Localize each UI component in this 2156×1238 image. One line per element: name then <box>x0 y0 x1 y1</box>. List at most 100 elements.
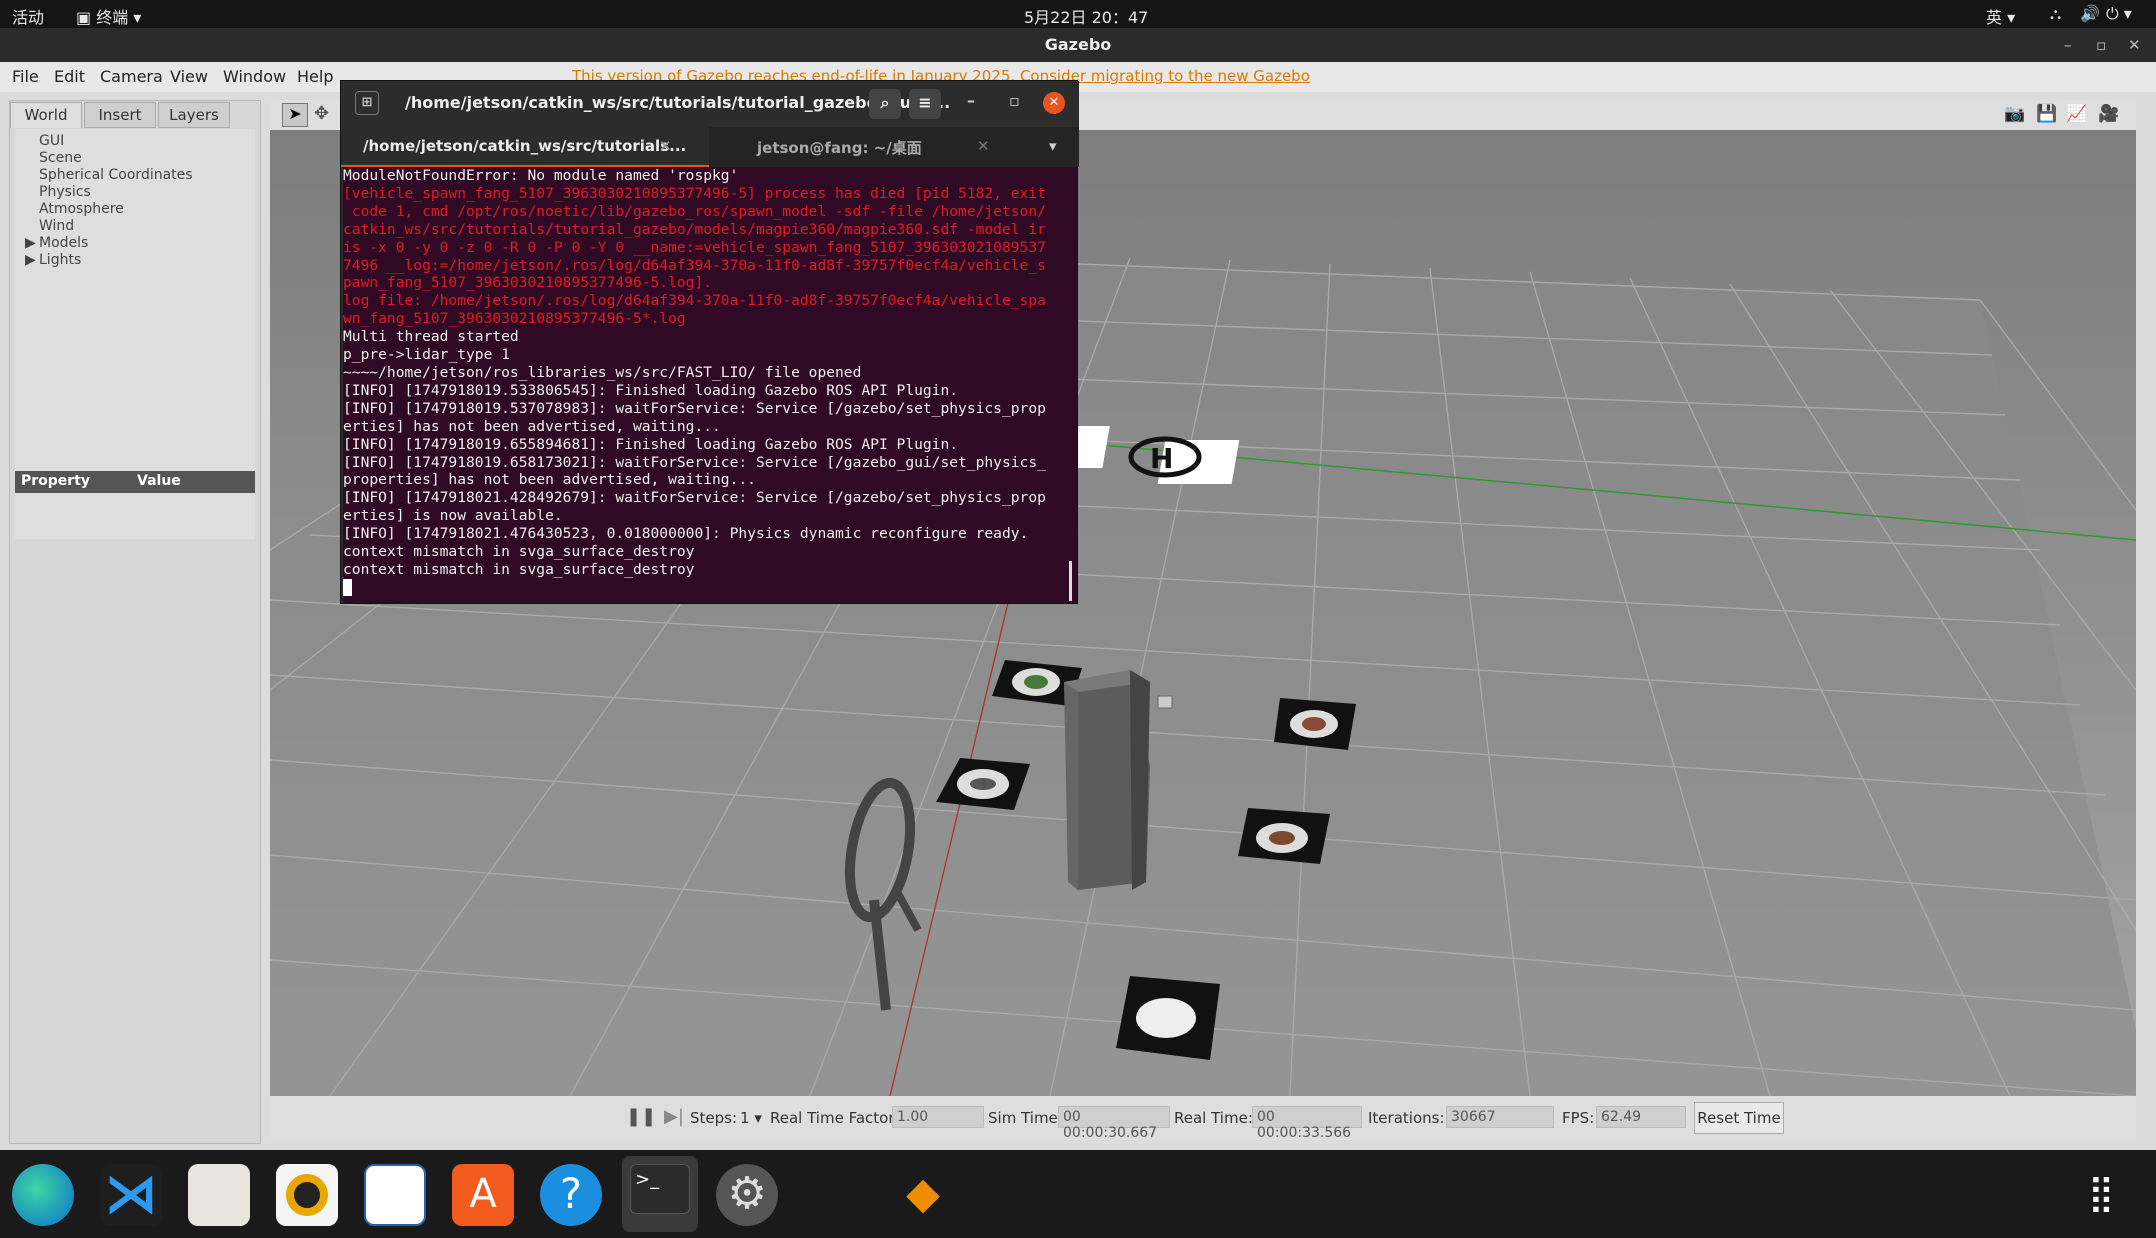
terminal-small-icon: ▣ <box>76 8 97 27</box>
writer-icon[interactable] <box>364 1164 426 1226</box>
tree-expand-models-icon[interactable]: ▶ <box>25 235 36 251</box>
gazebo-title-bar: Gazebo – ▫ ✕ <box>0 28 2156 62</box>
menu-window[interactable]: Window <box>223 67 286 86</box>
terminal-line: ModuleNotFoundError: No module named 'ro… <box>343 167 739 184</box>
volume-icon[interactable]: 🔊 <box>2080 4 2100 23</box>
terminal-line: erties] has not been advertised, waiting… <box>343 417 721 435</box>
menu-camera[interactable]: Camera <box>100 67 163 86</box>
terminal-line: context mismatch in svga_surface_destroy <box>343 543 695 561</box>
tab-insert[interactable]: Insert <box>84 102 156 128</box>
select-mode-icon[interactable]: ➤ <box>282 103 308 127</box>
vscode-icon[interactable]: ⋊ <box>100 1164 162 1226</box>
step-icon[interactable]: ▶| <box>664 1106 684 1127</box>
menu-edit[interactable]: Edit <box>54 67 85 86</box>
pause-icon[interactable]: ❚❚ <box>626 1106 656 1127</box>
left-panel: World Insert Layers GUI Scene Spherical … <box>9 100 261 1144</box>
terminal-dock-slot[interactable]: >_ <box>622 1156 698 1232</box>
terminal-header: ⊞ /home/jetson/catkin_ws/src/tutorials/t… <box>341 81 1079 127</box>
terminal-minimize-button[interactable]: – <box>967 91 975 110</box>
menu-view[interactable]: View <box>170 67 208 86</box>
close-button[interactable]: ✕ <box>2128 28 2141 62</box>
tree-item-atmosphere[interactable]: Atmosphere <box>39 201 124 217</box>
sim-time-label: Sim Time: <box>988 1109 1063 1127</box>
terminal-line: is -x 0 -y 0 -z 0 -R 0 -P 0 -Y 0 __name:… <box>343 238 1046 256</box>
terminal-tab-2[interactable]: jetson@fang: ~/桌面 ✕ <box>711 127 1017 167</box>
plot-icon[interactable]: 📈 <box>2066 104 2087 124</box>
terminal-line: pawn_fang_5107_3963030210895377496-5.log… <box>343 274 713 292</box>
edge-icon[interactable] <box>12 1164 74 1226</box>
tree-item-physics[interactable]: Physics <box>39 184 91 200</box>
tab-layers[interactable]: Layers <box>158 102 230 128</box>
hamburger-menu-icon[interactable]: ≡ <box>909 89 941 119</box>
help-icon[interactable]: ? <box>540 1164 602 1226</box>
translate-mode-icon[interactable]: ✥ <box>314 103 329 124</box>
tab-world[interactable]: World <box>10 102 82 128</box>
tree-item-models[interactable]: Models <box>39 235 88 251</box>
sim-time-field: 00 00:00:30.667 <box>1058 1106 1170 1141</box>
terminal-tab-1[interactable]: /home/jetson/catkin_ws/src/tutorials... … <box>341 127 709 167</box>
app-icon[interactable]: ◆ <box>892 1164 954 1226</box>
terminal-line: erties] is now available. <box>343 507 563 525</box>
tab-2-label: jetson@fang: ~/桌面 <box>757 139 922 157</box>
files-icon[interactable] <box>188 1164 250 1226</box>
terminal-scrollbar[interactable] <box>1069 561 1072 601</box>
system-top-bar: 活动 ▣ 终端 ▾ 5月22日 20：47 英 ▾ ⛬ 🔊 ⏻ ▾ <box>0 0 2156 28</box>
tab-1-label: /home/jetson/catkin_ws/src/tutorials... <box>363 137 687 155</box>
input-method-indicator[interactable]: 英 ▾ <box>1986 4 2015 28</box>
marker-tile-5 <box>1116 976 1220 1060</box>
power-icon[interactable]: ⏻ ▾ <box>2106 4 2132 24</box>
terminal-line: code 1, cmd /opt/ros/noetic/lib/gazebo_r… <box>343 202 1046 220</box>
log-icon[interactable]: 💾 <box>2036 104 2057 124</box>
tree-item-spherical[interactable]: Spherical Coordinates <box>39 167 193 183</box>
iterations-label: Iterations: <box>1368 1109 1445 1127</box>
fps-label: FPS: <box>1562 1109 1595 1127</box>
simulation-status-bar: ❚❚ ▶| Steps: 1 ▾ Real Time Factor: 1.00 … <box>270 1096 2136 1141</box>
settings-icon[interactable]: ⚙ <box>716 1164 778 1226</box>
marker-tile-3 <box>1274 698 1356 750</box>
screenshot-icon[interactable]: 📷 <box>2004 104 2025 124</box>
property-column: Property <box>21 473 91 489</box>
network-icon[interactable]: ⛬ <box>2050 4 2061 24</box>
maximize-button[interactable]: ▫ <box>2096 28 2106 62</box>
rhythmbox-icon[interactable] <box>286 1174 328 1216</box>
appstore-icon[interactable]: A <box>452 1164 514 1226</box>
search-icon[interactable]: ⌕ <box>869 89 901 119</box>
activities-button[interactable]: 活动 <box>12 4 44 28</box>
terminal-line: [INFO] [1747918019.655894681]: Finished … <box>343 435 959 453</box>
new-tab-icon[interactable]: ⊞ <box>355 91 379 115</box>
terminal-line: [INFO] [1747918019.537078983]: waitForSe… <box>343 399 1046 417</box>
pillar <box>1064 670 1150 890</box>
show-apps-icon[interactable]: ⣿ <box>2088 1172 2132 1216</box>
value-column: Value <box>137 473 181 489</box>
tab-2-close-icon[interactable]: ✕ <box>977 137 990 155</box>
property-header: Property Value <box>15 471 255 493</box>
rtf-label: Real Time Factor: <box>770 1109 900 1127</box>
terminal-output[interactable]: ModuleNotFoundError: No module named 'ro… <box>343 167 1077 603</box>
terminal-app-label: 终端 <box>96 8 129 27</box>
tab-1-close-icon[interactable]: ✕ <box>659 137 672 155</box>
tab-list-chevron-icon[interactable]: ▾ <box>1049 137 1057 155</box>
tree-item-scene[interactable]: Scene <box>39 150 82 166</box>
tree-item-gui[interactable]: GUI <box>39 133 64 149</box>
terminal-line: [INFO] [1747918021.428492679]: waitForSe… <box>343 489 1046 507</box>
iterations-field: 30667 <box>1446 1106 1554 1128</box>
reset-time-button[interactable]: Reset Time <box>1694 1102 1784 1134</box>
tree-item-wind[interactable]: Wind <box>39 218 74 234</box>
terminal-app-menu[interactable]: ▣ 终端 ▾ <box>76 4 141 28</box>
minimize-button[interactable]: – <box>2064 28 2072 62</box>
terminal-line: catkin_ws/src/tutorials/tutorial_gazebo/… <box>343 220 1046 238</box>
terminal-maximize-button[interactable]: ▫ <box>1009 91 1020 110</box>
tree-item-lights[interactable]: Lights <box>39 252 81 268</box>
steps-value[interactable]: 1 ▾ <box>740 1109 762 1127</box>
terminal-window[interactable]: ⊞ /home/jetson/catkin_ws/src/tutorials/t… <box>340 80 1079 604</box>
terminal-line: context mismatch in svga_surface_destroy <box>343 560 695 578</box>
tree-expand-lights-icon[interactable]: ▶ <box>25 252 36 268</box>
menu-help[interactable]: Help <box>297 67 333 86</box>
fps-field: 62.49 <box>1596 1106 1686 1128</box>
terminal-close-button[interactable]: ✕ <box>1043 92 1065 114</box>
rtf-field: 1.00 <box>892 1106 984 1128</box>
svg-text:H: H <box>1150 442 1173 475</box>
menu-file[interactable]: File <box>12 67 39 86</box>
clock[interactable]: 5月22日 20：47 <box>1024 4 1148 28</box>
video-icon[interactable]: 🎥 <box>2098 104 2119 124</box>
